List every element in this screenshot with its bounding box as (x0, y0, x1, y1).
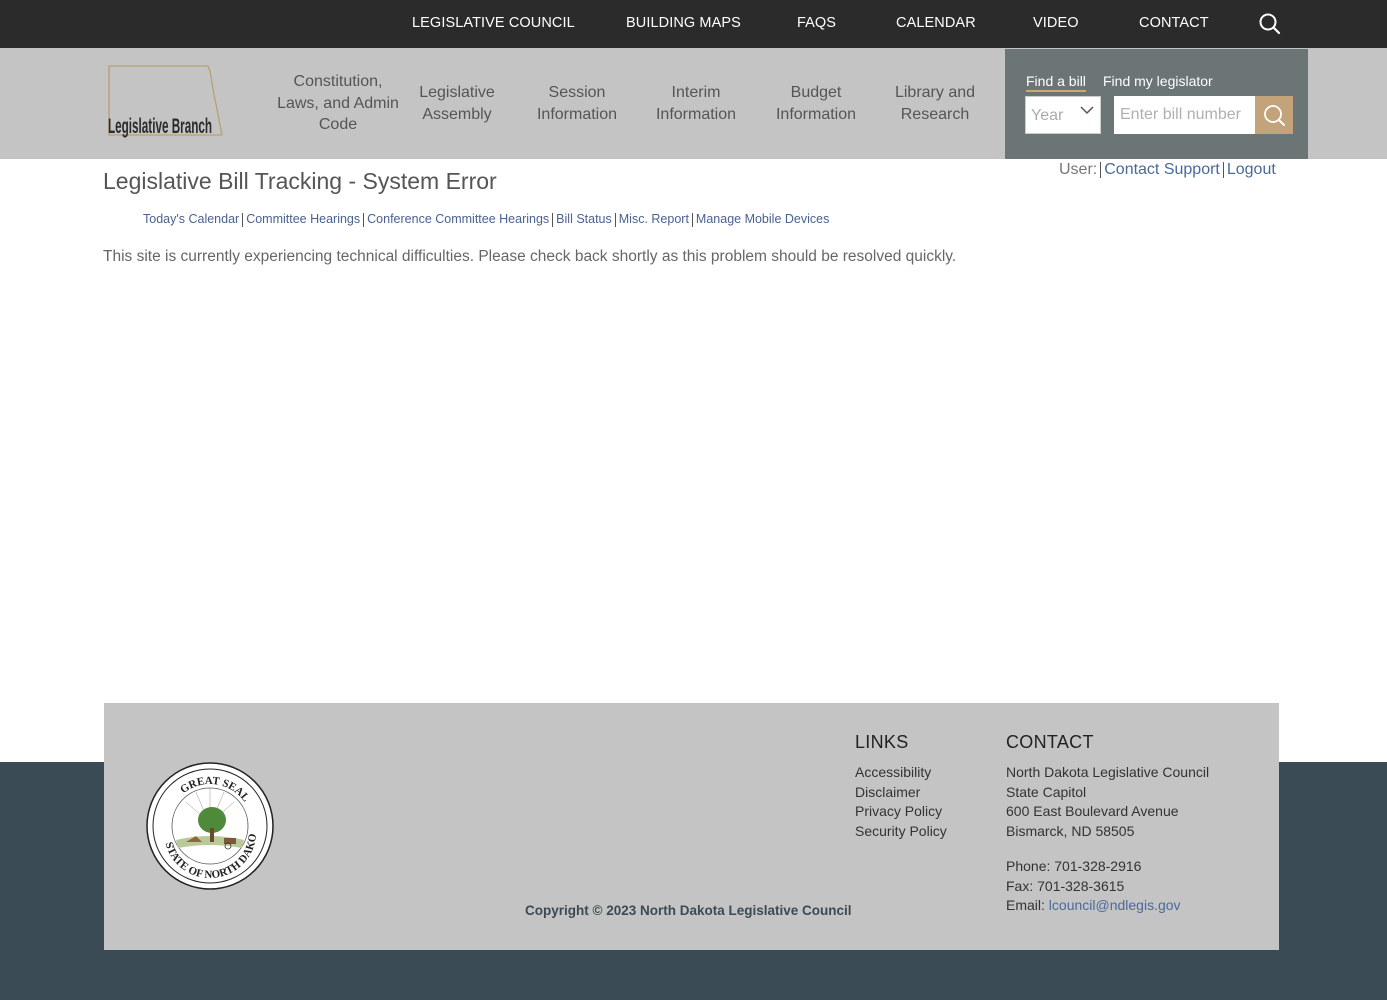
year-select[interactable]: Year (1025, 96, 1101, 134)
nav-label: Code (318, 116, 358, 133)
nav-label: Session (548, 84, 606, 101)
nav-interim-information[interactable]: Interim Information (631, 82, 761, 125)
subnav-conference-committee-hearings[interactable]: Conference Committee Hearings (367, 212, 549, 226)
nav-budget-information[interactable]: Budget Information (751, 82, 881, 125)
tab-find-my-legislator[interactable]: Find my legislator (1103, 73, 1213, 89)
copyright-text: Copyright © 2023 North Dakota Legislativ… (525, 903, 852, 918)
contact-email-link[interactable]: lcouncil@ndlegis.gov (1049, 897, 1181, 913)
contact-phone: Phone: 701-328-2916 (1006, 858, 1142, 874)
contact-address-line: State Capitol (1006, 784, 1087, 800)
contact-address-line: Bismarck, ND 58505 (1006, 823, 1135, 839)
site-footer: GREAT SEAL STATE OF NORTH DAKOTA Copyrig… (104, 703, 1279, 950)
nav-label: Interim (671, 84, 721, 101)
footer-links-title: LINKS (855, 732, 909, 752)
subnav-manage-mobile-devices[interactable]: Manage Mobile Devices (696, 212, 829, 226)
nav-label: Library and (894, 84, 976, 101)
footer-link-security-policy[interactable]: Security Policy (855, 823, 947, 839)
divider (1222, 161, 1224, 178)
nav-constitution-laws[interactable]: Constitution, Laws, and Admin Code (273, 71, 403, 136)
nav-label: Research (900, 105, 970, 123)
nav-label: Assembly (422, 105, 492, 123)
top-nav-video[interactable]: VIDEO (1033, 15, 1079, 31)
year-select-value: Year (1031, 107, 1064, 124)
nav-label: Constitution, (293, 73, 383, 90)
footer-link-disclaimer[interactable]: Disclaimer (855, 784, 920, 800)
divider (552, 212, 554, 227)
user-label: User: (1059, 161, 1098, 178)
great-seal-icon: GREAT SEAL STATE OF NORTH DAKOTA (146, 762, 274, 890)
contact-address-line: 600 East Boulevard Avenue (1006, 803, 1179, 819)
footer-link-privacy-policy[interactable]: Privacy Policy (855, 803, 942, 819)
bill-number-input[interactable] (1114, 96, 1255, 134)
tab-find-a-bill[interactable]: Find a bill (1026, 73, 1086, 92)
subnav-bill-status[interactable]: Bill Status (556, 212, 612, 226)
top-nav-faqs[interactable]: FAQS (797, 15, 836, 31)
top-nav-building-maps[interactable]: BUILDING MAPS (626, 15, 741, 31)
divider (1100, 161, 1102, 178)
subnav-misc-report[interactable]: Misc. Report (619, 212, 689, 226)
subnav-committee-hearings[interactable]: Committee Hearings (246, 212, 360, 226)
page-title: Legislative Bill Tracking - System Error (103, 168, 497, 194)
north-dakota-outline-icon: Legislative Branch (108, 65, 223, 138)
nav-session-information[interactable]: Session Information (512, 82, 642, 125)
bill-tracking-subnav: Today's Calendar Committee Hearings Confer… (143, 212, 829, 227)
find-panel: Find a bill Find my legislator Year (1005, 49, 1308, 159)
error-message: This site is currently experiencing tech… (103, 248, 957, 265)
contact-support-link[interactable]: Contact Support (1104, 161, 1220, 178)
nav-label: Information (775, 105, 857, 123)
nav-label: Information (536, 105, 618, 123)
divider (691, 212, 693, 227)
subnav-todays-calendar[interactable]: Today's Calendar (143, 212, 239, 226)
divider (614, 212, 616, 227)
footer-link-accessibility[interactable]: Accessibility (855, 764, 931, 780)
logo-text: Legislative Branch (108, 115, 212, 138)
divider (363, 212, 365, 227)
search-icon (1264, 105, 1285, 126)
chevron-down-icon (1080, 106, 1094, 115)
contact-email-label: Email: (1006, 897, 1049, 913)
nav-label: Information (655, 105, 737, 123)
contact-email-row: Email: lcouncil@ndlegis.gov (1006, 897, 1181, 913)
search-icon[interactable] (1258, 12, 1282, 36)
nav-label: Laws, and Admin (277, 94, 399, 112)
contact-fax: Fax: 701-328-3615 (1006, 878, 1125, 894)
nav-label: Budget (790, 84, 842, 101)
footer-contact-title: CONTACT (1006, 732, 1094, 752)
user-bar: User: Contact Support Logout (1059, 161, 1276, 179)
contact-address-line: North Dakota Legislative Council (1006, 764, 1210, 780)
site-header: Legislative Branch Constitution, Laws, a… (0, 48, 1387, 159)
top-nav-contact[interactable]: CONTACT (1139, 15, 1209, 31)
top-nav-calendar[interactable]: CALENDAR (896, 15, 976, 31)
nav-legislative-assembly[interactable]: Legislative Assembly (392, 82, 522, 125)
legislative-branch-logo[interactable]: Legislative Branch (106, 65, 224, 143)
nav-label: Legislative (419, 84, 495, 101)
bill-search-button[interactable] (1255, 96, 1293, 134)
logout-link[interactable]: Logout (1227, 161, 1276, 178)
top-nav-legislative-council[interactable]: LEGISLATIVE COUNCIL (412, 15, 575, 31)
top-bar: LEGISLATIVE COUNCIL BUILDING MAPS FAQS C… (0, 0, 1387, 48)
nav-library-research[interactable]: Library and Research (870, 82, 1000, 125)
divider (242, 212, 244, 227)
